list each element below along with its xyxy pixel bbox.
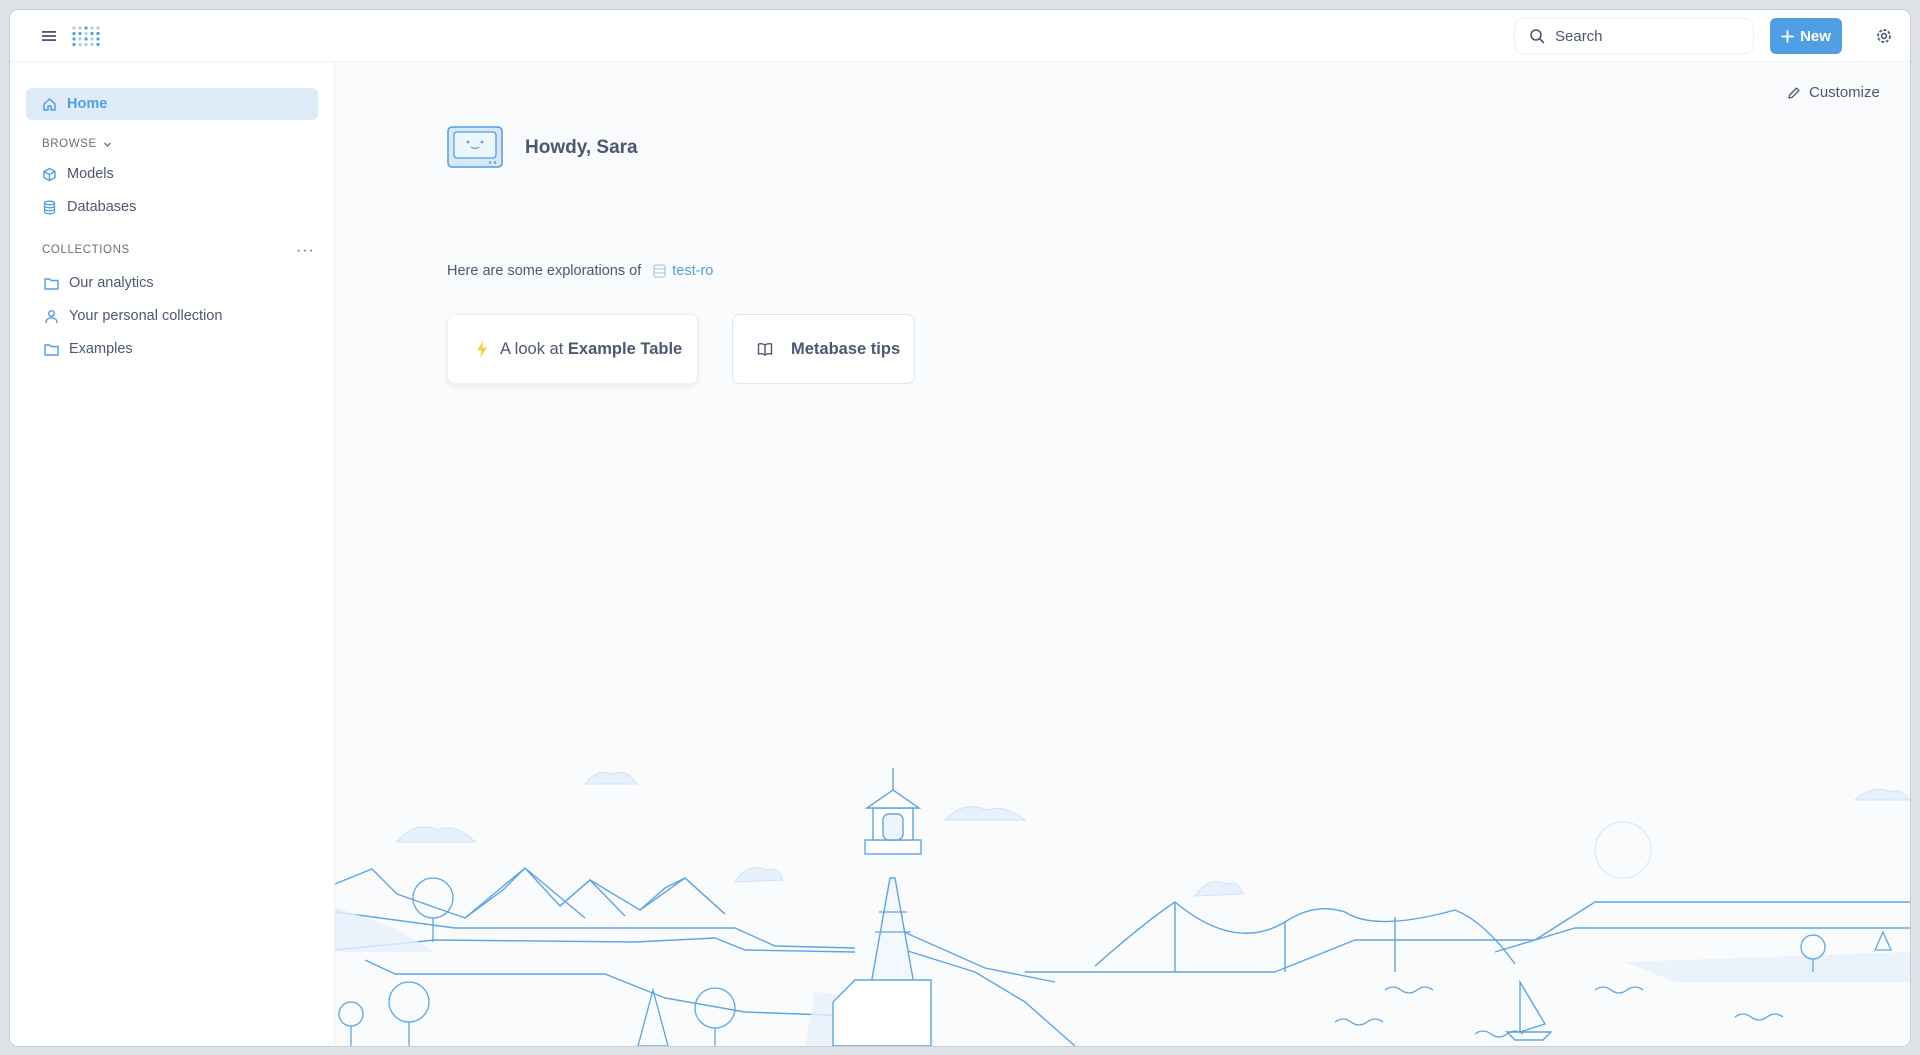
sidebar-item-databases[interactable]: Databases (26, 191, 318, 223)
plus-icon (1781, 29, 1794, 43)
xray-card-example-table[interactable]: A look at Example Table (447, 314, 698, 384)
xray-card-prefix: A look at (500, 339, 564, 358)
database-icon (43, 200, 56, 214)
search-icon (1530, 29, 1545, 44)
metabase-tips-label: Metabase tips (791, 339, 901, 358)
sidebar-item-home[interactable]: Home (26, 88, 318, 120)
sidebar-item-label: Our analytics (69, 275, 154, 291)
lighthouse-landscape-illustration (335, 768, 1910, 1046)
cube-icon (43, 167, 56, 181)
sidebar: Home BROWSE Models Databases COLLECTIONS… (10, 62, 335, 1046)
sidebar-item-label: Examples (69, 341, 133, 357)
greeting-title: Howdy, Sara (525, 137, 638, 158)
pencil-icon (1788, 86, 1800, 99)
home-page: Customize Howdy, Sara Here are some expl… (335, 62, 1910, 1046)
database-icon (653, 264, 666, 278)
person-icon (45, 309, 58, 323)
new-button[interactable]: New (1770, 18, 1842, 54)
folder-icon (44, 277, 59, 290)
metabase-logo-icon[interactable] (72, 25, 100, 47)
app-window: New Home BROWSE Models (10, 10, 1910, 1046)
database-link[interactable]: test-ro (653, 263, 713, 279)
home-icon (43, 97, 56, 111)
collections-section-label: COLLECTIONS (42, 244, 130, 256)
collections-more-options-icon[interactable]: ··· (296, 242, 315, 260)
explorations-caption: Here are some explorations of test-ro (447, 263, 713, 279)
chevron-down-icon (103, 142, 111, 147)
customize-label: Customize (1809, 84, 1880, 101)
customize-button[interactable]: Customize (1787, 84, 1880, 101)
sidebar-item-label: Your personal collection (69, 308, 223, 324)
search-bar[interactable] (1514, 18, 1754, 54)
explorations-prefix: Here are some explorations of (447, 263, 642, 279)
sidebar-item-label: Databases (67, 199, 137, 215)
metabot-icon (447, 126, 503, 168)
sidebar-item-models[interactable]: Models (26, 158, 318, 190)
browse-section-toggle[interactable]: BROWSE (42, 138, 112, 150)
xray-card-table: Example Table (567, 339, 683, 358)
gear-icon[interactable] (1874, 26, 1894, 46)
new-button-label: New (1800, 27, 1831, 45)
sidebar-item-examples[interactable]: Examples (26, 333, 318, 365)
sidebar-item-label: Home (67, 96, 108, 112)
metabase-tips-card[interactable]: Metabase tips (732, 314, 915, 384)
database-name: test-ro (672, 263, 714, 279)
book-icon (757, 343, 773, 356)
browse-section-label: BROWSE (42, 138, 97, 150)
sidebar-item-our-analytics[interactable]: Our analytics (26, 267, 318, 299)
sidebar-item-label: Models (67, 166, 114, 182)
hamburger-menu-icon[interactable] (40, 27, 58, 45)
search-input[interactable] (1555, 27, 1735, 45)
sidebar-item-personal-collection[interactable]: Your personal collection (26, 300, 318, 332)
lightning-bolt-icon (477, 340, 487, 358)
top-navbar: New (10, 10, 1910, 62)
folder-icon (44, 343, 59, 356)
